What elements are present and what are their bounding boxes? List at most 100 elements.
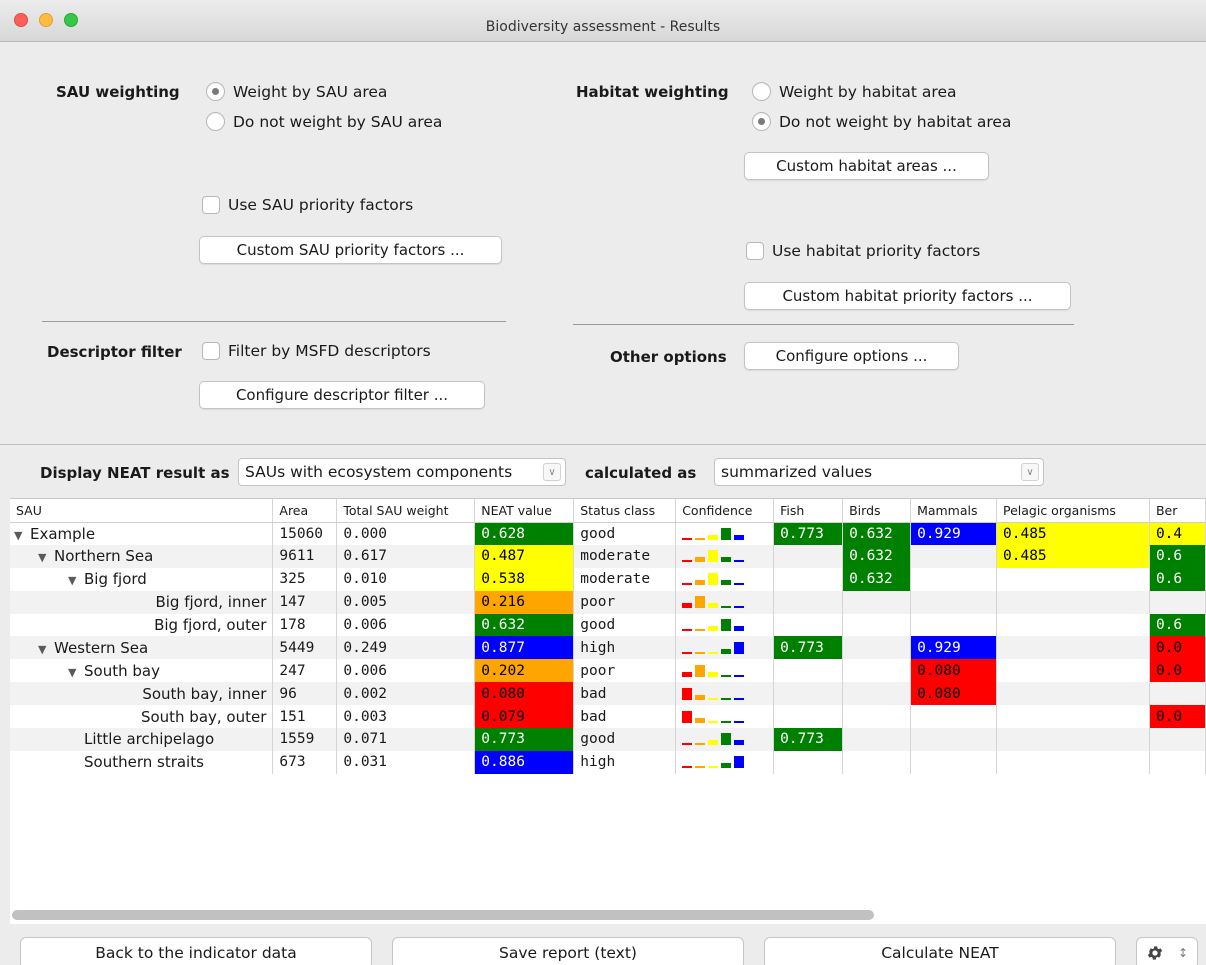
fish-cell (773, 750, 844, 774)
sau-cell[interactable]: South bay, outer (10, 705, 274, 729)
disclosure-triangle-icon[interactable]: ▼ (68, 574, 84, 587)
confidence-segment (695, 537, 706, 540)
benthic-cell (1149, 682, 1206, 706)
sau-cell[interactable]: ▼ Big fjord (10, 567, 274, 591)
pelagic-cell (996, 636, 1150, 660)
neat-value-cell: 0.877 (474, 636, 575, 660)
benthic-cell: 0.0 (1149, 636, 1206, 660)
column-header[interactable]: Mammals (910, 499, 998, 523)
status-class-cell: moderate (573, 544, 677, 568)
results-table[interactable]: SAU Area Total SAU weight NEAT value Status … (10, 498, 1206, 924)
status-class-cell: bad (573, 682, 677, 706)
configure-options-button[interactable]: Configure options ... (744, 342, 959, 370)
back-to-indicator-data-button[interactable]: Back to the indicator data (20, 937, 372, 965)
column-header[interactable]: Birds (842, 499, 912, 523)
confidence-indicator (682, 756, 745, 769)
sau-cell[interactable]: Southern straits (10, 750, 274, 774)
birds-cell (842, 682, 912, 706)
table-row[interactable]: South bay, outer 151 0.003 0.079 bad 0.0 (10, 705, 1206, 729)
checkbox-use-sau-priority-factors[interactable]: Use SAU priority factors (202, 196, 413, 214)
habitat-weighting-label: Habitat weighting (576, 83, 729, 101)
custom-habitat-priority-factors-button[interactable]: Custom habitat priority factors ... (744, 282, 1071, 310)
table-row[interactable]: ▼ Big fjord 325 0.010 0.538 moderate 0.632 0.6 (10, 567, 1206, 591)
settings-menu-button[interactable]: ↕ (1136, 937, 1198, 965)
birds-cell: 0.632 (842, 522, 912, 545)
title-bar: Biodiversity assessment - Results (0, 0, 1206, 42)
benthic-cell: 0.6 (1149, 567, 1206, 591)
disclosure-triangle-icon[interactable]: ▼ (14, 529, 30, 542)
sau-cell[interactable]: ▼ South bay (10, 659, 274, 683)
display-mode-dropdown[interactable]: SAUs with ecosystem components ∨ (238, 458, 566, 486)
pelagic-cell (996, 728, 1150, 751)
sau-cell[interactable]: South bay, inner (10, 682, 274, 706)
display-mode-value: SAUs with ecosystem components (245, 463, 513, 481)
area-cell: 96 (272, 682, 338, 706)
table-row[interactable]: Big fjord, outer 178 0.006 0.632 good 0.6 (10, 613, 1206, 637)
total-weight-cell: 0.071 (336, 728, 476, 751)
radio-weight-by-habitat-area[interactable]: Weight by habitat area (752, 82, 956, 101)
table-row[interactable]: ▼ Example 15060 0.000 0.628 good 0.773 0.632 0.9… (10, 522, 1206, 545)
radio-weight-by-sau-area[interactable]: Weight by SAU area (206, 82, 387, 101)
custom-sau-priority-factors-button[interactable]: Custom SAU priority factors ... (199, 236, 502, 264)
pelagic-cell (996, 682, 1150, 706)
calculate-neat-button[interactable]: Calculate NEAT (764, 937, 1116, 965)
area-cell: 178 (272, 613, 338, 637)
confidence-segment (695, 596, 706, 609)
table-row[interactable]: Big fjord, inner 147 0.005 0.216 poor (10, 590, 1206, 614)
sau-cell[interactable]: ▼ Western Sea (10, 636, 274, 660)
confidence-segment (682, 629, 693, 631)
table-row[interactable]: Little archipelago 1559 0.071 0.773 good 0.77… (10, 728, 1206, 751)
table-row[interactable]: Southern straits 673 0.031 0.886 high (10, 750, 1206, 774)
column-header[interactable]: Area (272, 499, 338, 523)
separator (42, 321, 506, 322)
radio-do-not-weight-by-habitat-area[interactable]: Do not weight by habitat area (752, 112, 1011, 131)
disclosure-triangle-icon[interactable]: ▼ (38, 551, 54, 564)
sau-cell[interactable]: Big fjord, inner (10, 590, 274, 614)
mammals-cell (910, 544, 998, 568)
sau-cell[interactable]: ▼ Northern Sea (10, 544, 274, 568)
status-class-cell: moderate (573, 567, 677, 591)
confidence-indicator (682, 619, 745, 631)
benthic-cell (1149, 750, 1206, 774)
table-row[interactable]: ▼ Western Sea 5449 0.249 0.877 high 0.773 0.929… (10, 636, 1206, 660)
table-row[interactable]: South bay, inner 96 0.002 0.080 bad 0.080 (10, 682, 1206, 706)
column-header[interactable]: Total SAU weight (336, 499, 476, 523)
configure-descriptor-filter-button[interactable]: Configure descriptor filter ... (199, 381, 485, 409)
total-weight-cell: 0.249 (336, 636, 476, 660)
confidence-indicator (682, 664, 745, 677)
custom-habitat-areas-button[interactable]: Custom habitat areas ... (744, 152, 989, 180)
confidence-segment (708, 766, 719, 769)
disclosure-triangle-icon[interactable]: ▼ (38, 643, 54, 656)
status-class-cell: high (573, 636, 677, 660)
calculation-mode-dropdown[interactable]: summarized values ∨ (714, 458, 1044, 486)
confidence-indicator (682, 641, 745, 654)
mammals-cell (910, 567, 998, 591)
benthic-cell: 0.6 (1149, 613, 1206, 637)
column-header[interactable]: Pelagic organisms (996, 499, 1150, 523)
birds-cell (842, 750, 912, 774)
checkbox-use-habitat-priority-factors[interactable]: Use habitat priority factors (746, 242, 980, 260)
column-header[interactable]: Confidence (675, 499, 775, 523)
table-row[interactable]: ▼ South bay 247 0.006 0.202 poor 0.080 0.0 (10, 659, 1206, 683)
confidence-segment (708, 651, 719, 654)
save-report-button[interactable]: Save report (text) (392, 937, 744, 965)
sau-cell[interactable]: Big fjord, outer (10, 613, 274, 637)
fish-cell (773, 567, 844, 591)
sau-cell[interactable]: Little archipelago (10, 728, 274, 751)
column-header[interactable]: Status class (573, 499, 677, 523)
total-weight-cell: 0.003 (336, 705, 476, 729)
sau-cell[interactable]: ▼ Example (10, 522, 274, 545)
radio-do-not-weight-by-sau-area[interactable]: Do not weight by SAU area (206, 112, 442, 131)
checkbox-filter-by-msfd-descriptors[interactable]: Filter by MSFD descriptors (202, 342, 431, 360)
column-header[interactable]: NEAT value (474, 499, 575, 523)
confidence-segment (734, 534, 745, 540)
table-row[interactable]: ▼ Northern Sea 9611 0.617 0.487 moderate 0.632… (10, 544, 1206, 568)
horizontal-scrollbar[interactable] (12, 910, 874, 920)
column-header[interactable]: Ber (1149, 499, 1206, 523)
column-header[interactable]: SAU (10, 499, 274, 523)
confidence-segment (734, 720, 745, 723)
area-cell: 325 (272, 567, 338, 591)
column-header[interactable]: Fish (773, 499, 844, 523)
disclosure-triangle-icon[interactable]: ▼ (68, 666, 84, 679)
confidence-segment (682, 710, 693, 723)
